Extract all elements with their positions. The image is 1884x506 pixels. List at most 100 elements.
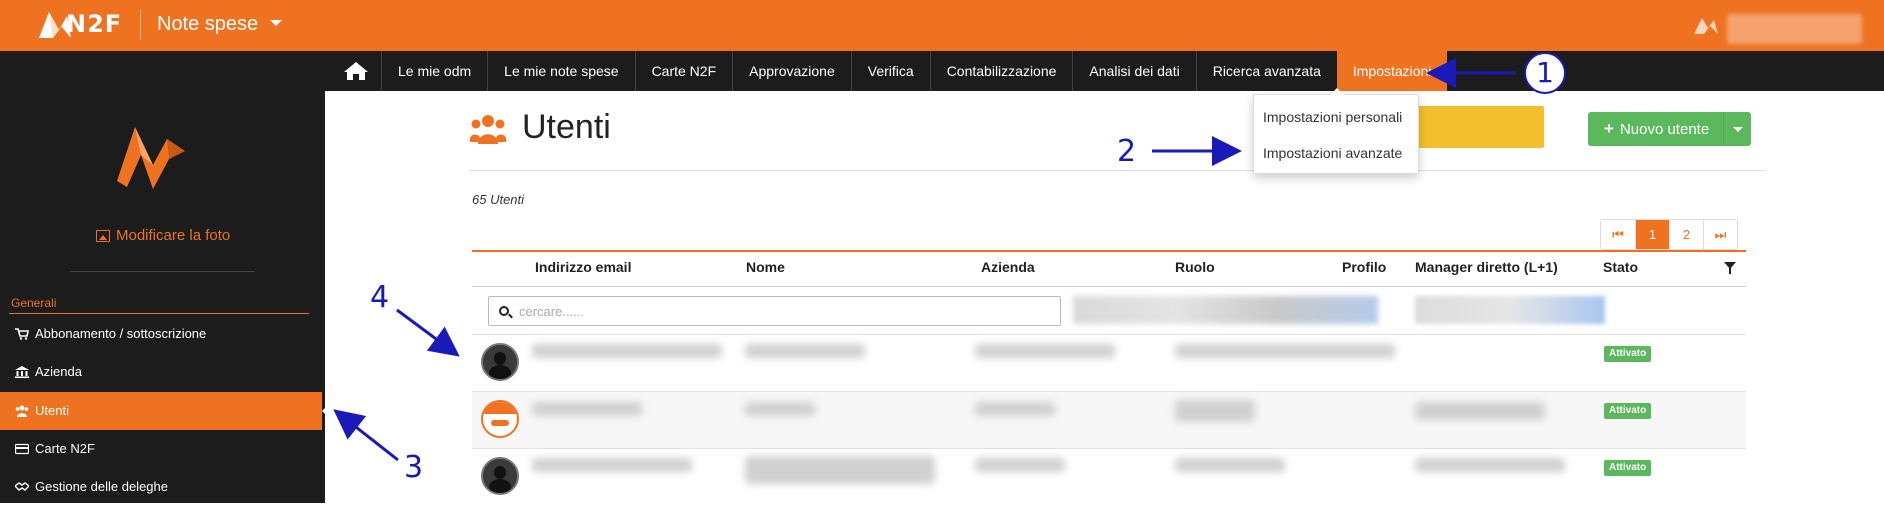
nav-item-ricerca[interactable]: Ricerca avanzata [1195,51,1337,91]
row-name [745,344,865,358]
table-row[interactable] [472,392,1746,449]
row-role [1175,344,1395,358]
annotation-1: 1 [1524,52,1566,94]
sidebar-item-deleghe[interactable]: Gestione delle deleghe [0,468,325,506]
page-title: Utenti [522,108,611,146]
user-count: 65 Utenti [472,192,525,207]
status-badge: Attivato [1604,403,1652,419]
avatar [481,457,519,495]
credit-card-icon [15,443,29,455]
sidebar-item-label: Abbonamento / sottoscrizione [35,326,207,341]
new-user-button-main[interactable]: + Nuovo utente [1588,112,1724,146]
nav-item-verifica[interactable]: Verifica [850,51,930,91]
column-header-manager[interactable]: Manager diretto (L+1) [1415,259,1558,275]
avatar [481,343,519,381]
sidebar-item-label: Azienda [35,364,82,379]
column-header-profile[interactable]: Profilo [1342,259,1386,275]
nav-item-contabilizzazione[interactable]: Contabilizzazione [929,51,1073,91]
column-header-email[interactable]: Indirizzo email [535,259,631,275]
nav-item-odm[interactable]: Le mie odm [381,51,487,91]
sidebar-item-abbonamento[interactable]: Abbonamento / sottoscrizione [0,315,325,353]
new-user-button[interactable]: + Nuovo utente [1588,112,1751,146]
row-role [1175,400,1255,422]
sidebar-item-carte[interactable]: Carte N2F [0,430,325,468]
annotation-4: 4 [370,280,390,315]
row-manager [1415,458,1565,472]
column-header-name[interactable]: Nome [746,259,785,275]
column-header-company[interactable]: Azienda [981,259,1035,275]
search-field [488,296,1061,326]
sidebar-item-label: Utenti [35,403,69,418]
users-icon [470,115,506,144]
avatar [481,400,519,438]
menu-item-personal-settings[interactable]: Impostazioni personali [1263,109,1402,125]
pagination: ⏮ 1 2 ⏭ [1600,219,1738,250]
action-button[interactable] [1418,106,1544,148]
row-role [1175,458,1285,472]
row-company [975,344,1115,358]
logo-text: N2F [66,10,123,38]
page-2[interactable]: 2 [1669,220,1703,249]
nav-item-approvazione[interactable]: Approvazione [732,51,851,91]
sidebar-section-title: Generali [11,296,57,310]
row-name [745,456,935,484]
filter-icon[interactable] [1724,262,1736,274]
settings-dropdown: Impostazioni personali Impostazioni avan… [1253,88,1419,174]
user-menu[interactable] [1727,14,1862,44]
last-page-icon[interactable]: ⏭ [1703,220,1737,249]
row-company [975,402,1055,416]
annotation-2: 2 [1117,134,1137,169]
main-nav: Le mie odm Le mie note spese Carte N2F A… [0,51,1884,91]
sidebar-item-azienda[interactable]: Azienda [0,353,325,391]
row-name [745,402,815,416]
row-email [532,344,722,358]
app-title[interactable]: Note spese [157,13,258,36]
nav-item-carte[interactable]: Carte N2F [634,51,733,91]
row-email [532,402,642,416]
divider [140,10,141,40]
search-input[interactable] [519,297,1049,325]
status-badge: Attivato [1604,460,1652,476]
bank-icon [15,366,29,378]
change-photo-link[interactable]: Modificare la foto [96,227,230,244]
manager-filter[interactable] [1415,296,1605,324]
sidebar-item-label: Gestione delle deleghe [35,479,168,494]
row-manager [1415,402,1545,420]
home-icon[interactable] [343,61,369,81]
role-filter[interactable] [1073,296,1378,324]
plus-icon: + [1604,119,1614,138]
annotation-3: 3 [404,450,424,485]
divider [70,271,255,272]
profile-logo-icon [117,127,185,189]
search-icon [499,306,509,316]
handshake-icon [15,482,29,491]
nav-item-impostazioni[interactable]: Impostazioni [1336,51,1448,91]
chevron-down-icon[interactable] [270,20,282,26]
user-company-logo-icon [1694,18,1718,34]
menu-item-advanced-settings[interactable]: Impostazioni avanzate [1263,145,1402,161]
column-header-status[interactable]: Stato [1603,259,1638,275]
divider [9,313,309,314]
sidebar-item-label: Carte N2F [35,441,95,456]
new-user-label: Nuovo utente [1619,120,1710,138]
column-header-role[interactable]: Ruolo [1175,259,1215,275]
status-badge: Attivato [1604,346,1652,362]
top-bar: N2F Note spese [0,0,1884,51]
new-user-dropdown-toggle[interactable] [1724,126,1751,132]
divider [469,170,1766,171]
divider [472,286,1746,287]
nav-item-analisi[interactable]: Analisi dei dati [1072,51,1195,91]
sidebar-item-utenti[interactable]: Utenti [0,392,332,430]
page-1[interactable]: 1 [1635,220,1669,249]
row-company [975,458,1065,472]
nav-item-note-spese[interactable]: Le mie note spese [487,51,634,91]
sidebar: Modificare la foto Generali Abbonamento … [0,91,332,506]
first-page-icon[interactable]: ⏮ [1601,220,1635,249]
users-icon [15,405,29,417]
table-top-border [472,250,1746,252]
change-photo-label: Modificare la foto [116,227,231,244]
chevron-down-icon [1732,126,1743,132]
image-icon [96,229,110,242]
cart-icon [15,328,29,340]
row-email [532,458,692,472]
